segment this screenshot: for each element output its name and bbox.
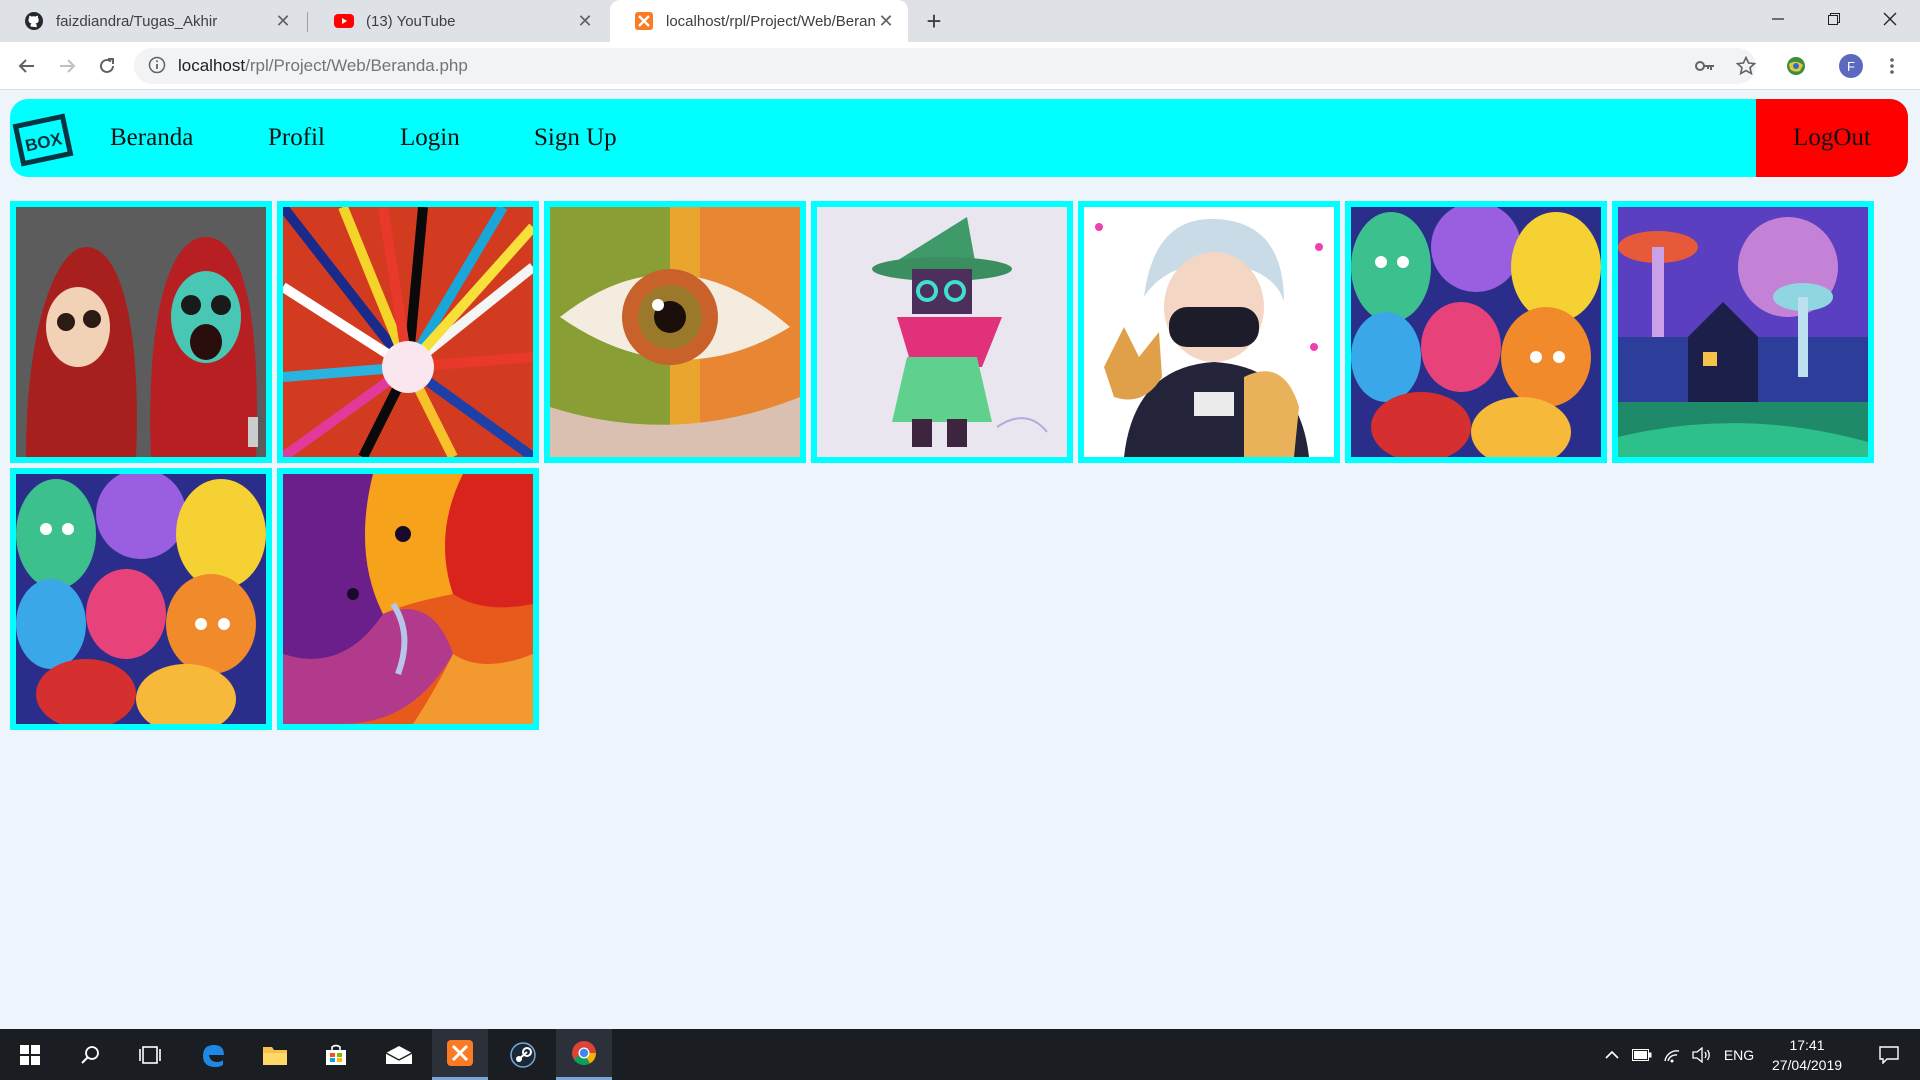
wizard-character-art xyxy=(817,207,1067,457)
github-icon xyxy=(24,11,44,31)
youtube-icon xyxy=(334,11,354,31)
gallery-card-cats-2[interactable] xyxy=(10,468,272,730)
mail-icon[interactable] xyxy=(369,1029,429,1080)
url-path: /rpl/Project/Web/Beranda.php xyxy=(245,56,468,75)
colorful-eye-art xyxy=(550,207,800,457)
coco-skeleton-art xyxy=(16,207,266,457)
colorful-cats-art xyxy=(16,474,266,724)
fluid-paint-art xyxy=(283,474,533,724)
nav-link-signup[interactable]: Sign Up xyxy=(534,99,617,177)
colorful-cats-art xyxy=(1351,207,1601,457)
volume-icon[interactable] xyxy=(1688,1029,1716,1080)
nav-link-beranda[interactable]: Beranda xyxy=(110,99,193,177)
gallery-card-coco[interactable] xyxy=(10,201,272,463)
browser-tab-github[interactable]: faizdiandra/Tugas_Akhir ✕ xyxy=(0,0,305,42)
info-icon[interactable] xyxy=(148,56,168,76)
logo-text: BOX xyxy=(24,129,65,155)
chrome-icon[interactable] xyxy=(556,1029,612,1080)
task-view-icon[interactable] xyxy=(120,1029,180,1080)
browser-tab-strip: faizdiandra/Tugas_Akhir ✕ (13) YouTube ✕… xyxy=(0,0,1920,42)
gallery-card-eye[interactable] xyxy=(544,201,806,463)
site-navbar: BOX Beranda Profil Login Sign Up LogOut xyxy=(10,99,1908,177)
url-host: localhost xyxy=(178,56,246,75)
close-window-icon[interactable] xyxy=(1862,0,1918,38)
start-icon[interactable] xyxy=(0,1029,60,1080)
tab-separator xyxy=(307,12,308,32)
address-bar[interactable]: localhost/rpl/Project/Web/Beranda.php xyxy=(134,48,1756,84)
psychedelic-mushroom-forest-art xyxy=(1618,207,1868,457)
browser-toolbar: localhost/rpl/Project/Web/Beranda.php F xyxy=(0,42,1920,90)
windows-taskbar: ENG 17:41 27/04/2019 xyxy=(0,1029,1920,1080)
edge-icon[interactable] xyxy=(183,1029,243,1080)
back-icon[interactable] xyxy=(11,50,43,82)
file-explorer-icon[interactable] xyxy=(245,1029,305,1080)
web-page: BOX Beranda Profil Login Sign Up LogOut xyxy=(0,91,1920,1029)
battery-icon[interactable] xyxy=(1628,1029,1656,1080)
restore-icon[interactable] xyxy=(1806,0,1862,38)
tab-title: faizdiandra/Tugas_Akhir xyxy=(56,12,218,30)
gallery-card-cats[interactable] xyxy=(1345,201,1607,463)
extension-icon[interactable] xyxy=(1780,50,1812,82)
masked-boy-with-dog-art xyxy=(1084,207,1334,457)
reload-icon[interactable] xyxy=(91,50,123,82)
browser-tab-localhost[interactable]: localhost/rpl/Project/Web/Beranda.php ✕ xyxy=(610,0,908,42)
clock-date: 27/04/2019 xyxy=(1771,1057,1843,1073)
gallery-card-masked-boy[interactable] xyxy=(1078,201,1340,463)
taskbar-clock[interactable]: 17:41 27/04/2019 xyxy=(1752,1035,1862,1075)
xampp-icon[interactable] xyxy=(432,1029,488,1080)
bookmark-star-icon[interactable] xyxy=(1730,50,1762,82)
gallery-card-mushroom-forest[interactable] xyxy=(1612,201,1874,463)
profile-avatar[interactable]: F xyxy=(1839,54,1863,78)
notification-icon[interactable] xyxy=(1864,1029,1914,1080)
steam-icon[interactable] xyxy=(493,1029,553,1080)
gallery-card-explosion[interactable] xyxy=(277,201,539,463)
browser-tab-youtube[interactable]: (13) YouTube ✕ xyxy=(310,0,607,42)
paint-explosion-art xyxy=(283,207,533,457)
close-icon[interactable]: ✕ xyxy=(273,11,293,31)
site-logo[interactable]: BOX xyxy=(10,107,76,173)
tab-title: (13) YouTube xyxy=(366,12,456,30)
logout-button[interactable]: LogOut xyxy=(1756,99,1908,177)
key-icon[interactable] xyxy=(1689,50,1721,82)
nav-link-profil[interactable]: Profil xyxy=(268,99,325,177)
store-icon[interactable] xyxy=(306,1029,366,1080)
language-label: ENG xyxy=(1723,1046,1755,1063)
search-icon[interactable] xyxy=(60,1029,120,1080)
tab-title: localhost/rpl/Project/Web/Beranda.php xyxy=(666,12,876,30)
wifi-icon[interactable] xyxy=(1658,1029,1686,1080)
new-tab-icon[interactable]: + xyxy=(920,6,948,36)
minimize-icon[interactable] xyxy=(1750,0,1806,38)
forward-icon[interactable] xyxy=(51,50,83,82)
menu-dots-icon[interactable] xyxy=(1876,50,1908,82)
nav-link-login[interactable]: Login xyxy=(400,99,460,177)
xampp-icon xyxy=(634,11,654,31)
clock-time: 17:41 xyxy=(1789,1037,1825,1053)
show-hidden-icons-icon[interactable] xyxy=(1598,1029,1626,1080)
gallery-card-wizard[interactable] xyxy=(811,201,1073,463)
gallery-card-fluid[interactable] xyxy=(277,468,539,730)
close-icon[interactable]: ✕ xyxy=(575,11,595,31)
url-text[interactable]: localhost/rpl/Project/Web/Beranda.php xyxy=(178,56,468,76)
close-icon[interactable]: ✕ xyxy=(876,11,896,31)
